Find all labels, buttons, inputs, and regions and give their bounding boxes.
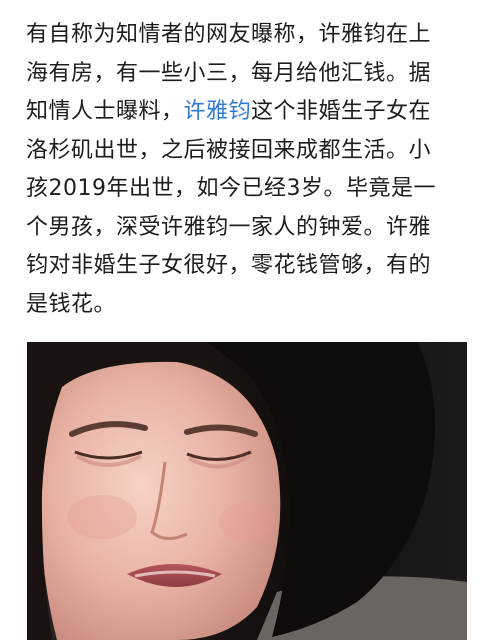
person-name-link[interactable]: 许雅钧 [184,99,252,124]
article-line-prefix: 知情人士曝料， [26,99,184,124]
crying-woman-photo[interactable] [27,342,467,640]
article-line-suffix: 这个非婚生子女在 [251,99,432,124]
article-line: 洛杉矶出世，之后被接回来成都生活。小 [26,137,432,163]
article-line: 海有房，有一些小三，每月给他汇钱。据 [26,60,432,86]
article-line: 个男孩，深受许雅钧一家人的钟爱。许雅 [26,214,432,240]
article-line: 是钱花。 [26,291,117,317]
article-line: 孩2019年出世，如今已经3岁。毕竟是一 [26,176,436,201]
article-page: 有自称为知情者的网友曝称，许雅钧在上 海有房，有一些小三，每月给他汇钱。据 知情… [0,0,491,640]
article-line: 知情人士曝料，许雅钧这个非婚生子女在 [26,93,472,132]
article-line: 有自称为知情者的网友曝称，许雅钧在上 [26,22,432,47]
article-line: 钧对非婚生子女很好，零花钱管够，有的 [26,253,432,278]
article-body: 有自称为知情者的网友曝称，许雅钧在上 海有房，有一些小三，每月给他汇钱。据 知情… [26,16,472,324]
photo-illustration [27,342,467,640]
